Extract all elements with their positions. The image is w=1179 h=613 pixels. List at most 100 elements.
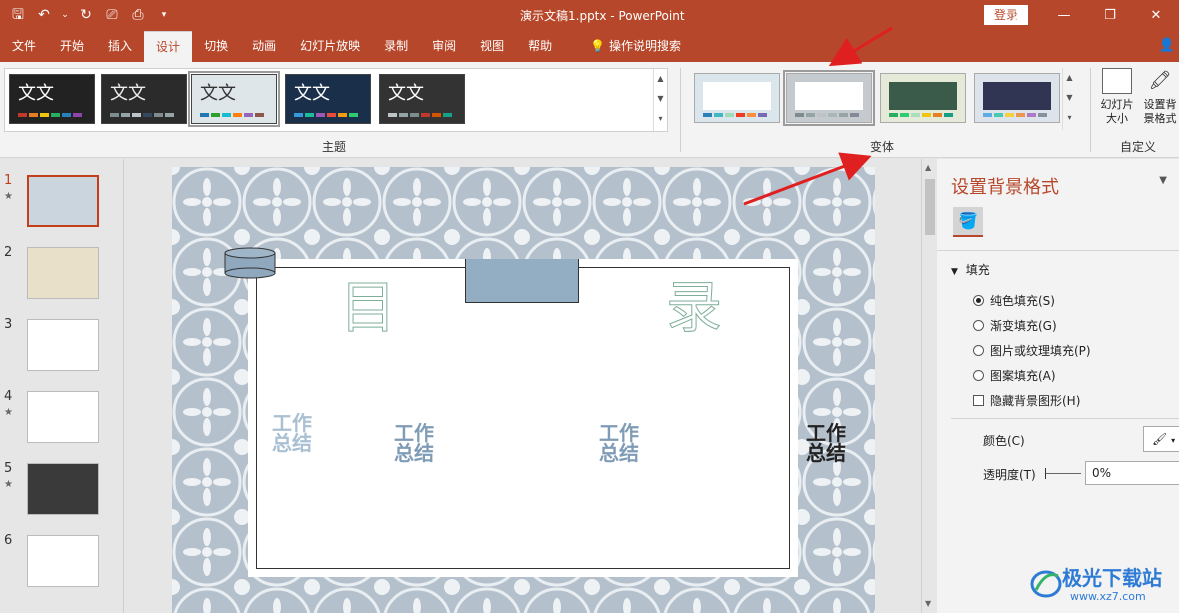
cylinder-shape[interactable] — [224, 247, 276, 279]
customize-qat-icon[interactable]: ▾ — [154, 5, 174, 25]
color-swatch — [255, 113, 264, 117]
theme-preview-text: 文文 — [18, 83, 54, 104]
variant-color-bars — [795, 113, 859, 117]
slide-thumbnail[interactable] — [27, 175, 99, 227]
group-separator — [680, 68, 681, 152]
slide-scrollbar[interactable]: ▲ ▼ — [921, 159, 937, 613]
slide-item-1[interactable]: 工作 总结 — [272, 413, 312, 453]
animation-star-icon: ★ — [4, 191, 13, 202]
variants-group-label: 变体 — [870, 140, 895, 154]
variant-option[interactable] — [880, 73, 966, 123]
variant-option[interactable] — [974, 73, 1060, 123]
slide-item-2[interactable]: 工作 总结 — [394, 423, 434, 463]
share-icon[interactable]: 👤 — [1159, 38, 1175, 53]
color-swatch — [40, 113, 49, 117]
print-preview-icon[interactable]: ⎙ — [128, 5, 148, 25]
ribbon-display-icon[interactable]: ⊡ — [995, 0, 1041, 31]
format-background-button[interactable]: 🖍 设置背景格式 — [1140, 68, 1179, 126]
checkbox-box — [973, 395, 984, 406]
minimize-icon[interactable]: — — [1041, 0, 1087, 31]
slide-thumbnail[interactable] — [27, 535, 99, 587]
checkbox-label: 隐藏背景图形(H) — [990, 394, 1081, 408]
slide-thumbnail[interactable] — [27, 319, 99, 371]
radio-picture-fill[interactable]: 图片或纹理填充(P) — [973, 342, 1091, 359]
color-swatch — [828, 113, 837, 117]
tab-design[interactable]: 设计 — [144, 31, 193, 62]
slide-number: 1 — [4, 173, 13, 188]
tell-me-search[interactable]: 💡 操作说明搜索 — [578, 31, 693, 62]
gallery-more-icon[interactable]: ▾ — [654, 109, 667, 129]
variant-option[interactable] — [783, 70, 875, 126]
fill-section-header[interactable]: ▼ 填充 — [951, 261, 990, 278]
slide-thumbnail[interactable] — [27, 463, 99, 515]
title-tab-shape[interactable] — [465, 259, 579, 303]
color-swatch — [73, 113, 82, 117]
variants-gallery-scroll[interactable]: ▲ ▼ ▾ — [1062, 68, 1076, 130]
tab-slideshow[interactable]: 幻灯片放映 — [288, 31, 372, 62]
tab-home[interactable]: 开始 — [48, 31, 96, 62]
present-icon[interactable]: ⎚ — [102, 5, 122, 25]
theme-option[interactable]: 文文 — [188, 71, 280, 127]
redo-icon[interactable]: ↻ — [76, 5, 96, 25]
scrollbar-thumb[interactable] — [925, 179, 935, 235]
color-swatch — [922, 113, 931, 117]
theme-preview-text: 文文 — [388, 83, 424, 104]
hide-background-checkbox[interactable]: 隐藏背景图形(H) — [973, 392, 1080, 409]
slide-editing-area: 目 录 工作 总结 工作 总结 工作 总结 工作 总结 — [125, 159, 921, 613]
radio-label: 纯色填充(S) — [990, 294, 1055, 308]
radio-gradient-fill[interactable]: 渐变填充(G) — [973, 317, 1057, 334]
animation-star-icon: ★ — [4, 479, 13, 490]
close-icon[interactable]: ✕ — [1133, 0, 1179, 31]
theme-option[interactable]: 文文 — [285, 74, 371, 124]
scroll-up-icon[interactable]: ▲ — [925, 163, 931, 172]
radio-pattern-fill[interactable]: 图案填充(A) — [973, 367, 1056, 384]
slide-title-left[interactable]: 目 — [340, 263, 397, 344]
color-picker-button[interactable]: 🖌 ▾ — [1143, 426, 1179, 452]
theme-option[interactable]: 文文 — [379, 74, 465, 124]
tab-record[interactable]: 录制 — [372, 31, 420, 62]
scroll-down-icon[interactable]: ▼ — [1063, 88, 1076, 108]
radio-solid-fill[interactable]: 纯色填充(S) — [973, 292, 1055, 309]
scroll-up-icon[interactable]: ▲ — [654, 69, 667, 89]
themes-gallery-scroll[interactable]: ▲ ▼ ▾ — [653, 69, 667, 131]
tab-animations[interactable]: 动画 — [240, 31, 288, 62]
tab-help[interactable]: 帮助 — [516, 31, 564, 62]
theme-option[interactable]: 文文 — [101, 74, 187, 124]
pane-options-icon[interactable]: ▼ — [1159, 175, 1167, 186]
transparency-slider[interactable] — [1045, 468, 1081, 479]
tab-file[interactable]: 文件 — [0, 31, 48, 62]
slide-item-3[interactable]: 工作 总结 — [599, 423, 639, 463]
current-slide[interactable]: 目 录 工作 总结 工作 总结 工作 总结 工作 总结 — [172, 167, 875, 613]
format-background-icon: 🖍 — [1148, 70, 1172, 91]
undo-dropdown-icon[interactable]: ⌄ — [60, 5, 70, 25]
color-swatch — [850, 113, 859, 117]
radio-dot — [973, 370, 984, 381]
restore-icon[interactable]: ❐ — [1087, 0, 1133, 31]
slide-size-button[interactable]: 幻灯片大小 — [1097, 68, 1137, 126]
fill-bucket-icon[interactable]: 🪣 — [953, 207, 983, 237]
variant-color-bars — [889, 113, 953, 117]
undo-icon[interactable]: ↶ — [34, 5, 54, 25]
variant-option[interactable] — [694, 73, 780, 123]
animation-star-icon: ★ — [4, 407, 13, 418]
transparency-input[interactable]: 0% — [1085, 461, 1179, 485]
scroll-down-icon[interactable]: ▼ — [925, 599, 931, 608]
tab-transitions[interactable]: 切换 — [192, 31, 240, 62]
color-swatch — [747, 113, 756, 117]
tab-view[interactable]: 视图 — [468, 31, 516, 62]
gallery-more-icon[interactable]: ▾ — [1063, 108, 1076, 128]
tab-insert[interactable]: 插入 — [96, 31, 144, 62]
tab-review[interactable]: 审阅 — [420, 31, 468, 62]
slide-item-4[interactable]: 工作 总结 — [806, 423, 846, 463]
slide-thumbnail[interactable] — [27, 247, 99, 299]
save-icon[interactable]: 🖫 — [8, 5, 28, 25]
theme-preview-text: 文文 — [200, 83, 236, 104]
slide-thumbnail[interactable] — [27, 391, 99, 443]
slide-title-right[interactable]: 录 — [666, 263, 723, 344]
color-swatch — [316, 113, 325, 117]
variant-preview-box — [983, 82, 1051, 110]
scroll-down-icon[interactable]: ▼ — [654, 89, 667, 109]
scroll-up-icon[interactable]: ▲ — [1063, 68, 1076, 88]
color-swatch — [421, 113, 430, 117]
theme-option[interactable]: 文文 — [9, 74, 95, 124]
